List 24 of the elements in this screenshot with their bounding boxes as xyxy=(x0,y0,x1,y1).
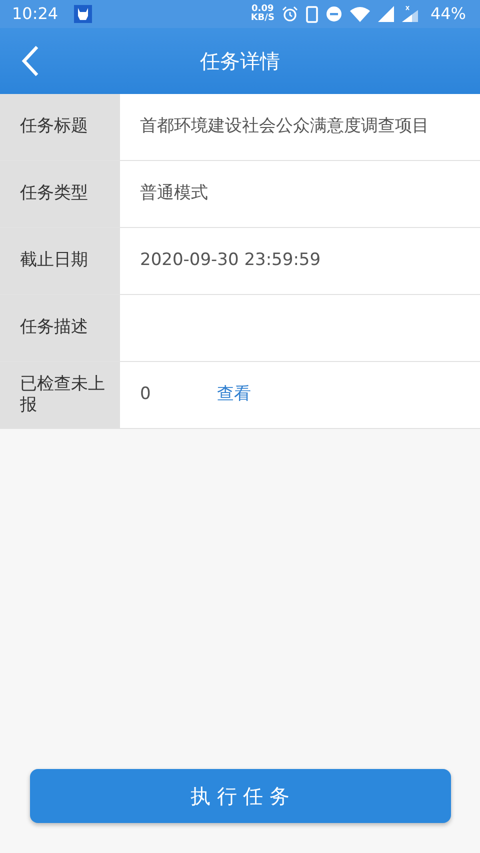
field-label: 截止日期 xyxy=(0,228,120,294)
wifi-icon xyxy=(350,6,370,22)
field-label: 任务标题 xyxy=(0,94,120,160)
field-value: 2020-09-30 23:59:59 xyxy=(140,249,321,272)
field-value: 普通模式 xyxy=(140,182,208,206)
net-unit: KB/S xyxy=(250,14,274,23)
battery-level: 44% xyxy=(430,3,466,25)
execute-task-button[interactable]: 执 行 任 务 xyxy=(30,769,450,823)
field-label: 已检查未上报 xyxy=(0,362,120,428)
app-icon xyxy=(74,5,92,23)
field-label: 任务描述 xyxy=(0,295,120,361)
back-icon[interactable] xyxy=(20,45,40,77)
view-link[interactable]: 查看 xyxy=(216,382,251,408)
field-label: 任务类型 xyxy=(0,161,120,227)
alarm-icon xyxy=(282,6,298,22)
field-value: 0 xyxy=(140,383,151,406)
signal-icon xyxy=(378,6,394,22)
page-title: 任务详情 xyxy=(200,48,280,75)
do-not-disturb-icon xyxy=(326,6,342,22)
phone-icon xyxy=(306,6,318,22)
signal-icon xyxy=(402,6,418,22)
net-speed: 0.09 xyxy=(250,5,274,14)
field-value: 首都环境建设社会公众满意度调查项目 xyxy=(140,115,429,138)
status-time: 10:24 xyxy=(12,3,58,25)
